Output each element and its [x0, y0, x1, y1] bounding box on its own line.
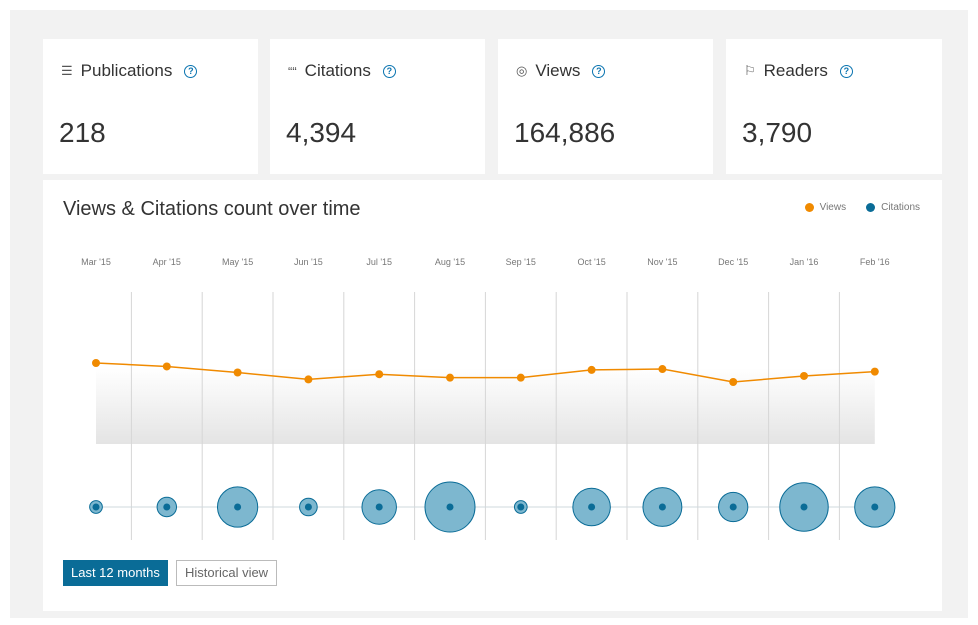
citations-point	[800, 503, 808, 511]
eye-icon: ◎	[516, 63, 528, 78]
month-tick-label: Oct '15	[577, 257, 605, 267]
views-header: ◎ Views ?	[516, 61, 606, 81]
views-point	[233, 368, 242, 377]
citations-point	[92, 503, 100, 511]
citations-point	[729, 503, 737, 511]
legend-item-citations: Citations	[866, 202, 920, 213]
month-tick-label: Nov '15	[647, 257, 677, 267]
readers-value: 3,790	[742, 117, 813, 148]
citations-point	[375, 503, 383, 511]
month-tick-label: Jan '16	[790, 257, 819, 267]
publications-label: Publications	[80, 61, 173, 80]
quote-icon: ““	[288, 63, 297, 79]
chart-title: Views & Citations count over time	[63, 198, 361, 220]
citations-header: ““ Citations ?	[288, 61, 396, 81]
reader-icon: ⚐	[744, 63, 756, 78]
citations-point	[658, 503, 666, 511]
readers-header: ⚐ Readers ?	[744, 61, 853, 81]
month-tick-label: Jun '15	[294, 257, 323, 267]
dashboard-panel: ☰ Publications ? 218 ““ Citations ? 4,39…	[10, 10, 968, 618]
views-point	[658, 365, 667, 374]
views-point	[375, 370, 384, 379]
views-value: 164,886	[514, 117, 616, 148]
views-point	[92, 359, 100, 367]
views-point	[304, 375, 313, 384]
last-12-months-button[interactable]: Last 12 months	[63, 560, 168, 586]
citations-point	[588, 503, 596, 511]
citations-value: 4,394	[286, 117, 357, 148]
month-tick-label: Dec '15	[718, 257, 748, 267]
chart-legend: Views Citations	[804, 202, 920, 213]
help-icon[interactable]: ?	[184, 64, 198, 78]
help-icon[interactable]: ?	[839, 64, 853, 78]
month-tick-label: Feb '16	[860, 257, 890, 267]
month-tick-label: May '15	[222, 257, 253, 267]
citations-point	[304, 503, 312, 511]
month-tick-label: Aug '15	[435, 257, 465, 267]
views-point	[162, 362, 171, 371]
citations-point	[163, 503, 171, 511]
citations-point	[871, 503, 879, 511]
document-icon: ☰	[61, 63, 73, 78]
historical-view-button[interactable]: Historical view	[176, 560, 278, 586]
citations-point	[517, 503, 525, 511]
publications-value: 218	[59, 117, 106, 148]
views-point	[587, 365, 596, 374]
citations-label: Citations	[304, 61, 371, 80]
readers-label: Readers	[763, 61, 828, 80]
citations-point	[234, 503, 242, 511]
legend-citations-label: Citations	[881, 202, 920, 213]
publications-header: ☰ Publications ?	[61, 61, 198, 81]
legend-views-label: Views	[819, 202, 847, 213]
help-icon[interactable]: ?	[592, 64, 606, 78]
readers-card: ⚐ Readers ? 3,790	[726, 39, 942, 174]
month-tick-label: Apr '15	[153, 257, 181, 267]
views-point	[800, 371, 808, 380]
citations-card: ““ Citations ? 4,394	[270, 39, 485, 174]
legend-item-views: Views	[804, 202, 847, 213]
legend-citations-dot	[866, 203, 876, 212]
month-tick-label: Sep '15	[506, 257, 536, 267]
views-citations-chart-card: Mar '15 Apr '15 May '15 Jun '15 Jul '15 Aug '…	[43, 180, 942, 611]
citations-point	[446, 503, 454, 511]
chart-svg: Mar '15 Apr '15 May '15 Jun '15 Jul '15 Aug '…	[81, 257, 896, 540]
views-label: Views	[535, 61, 581, 80]
month-tick-label: Mar '15	[81, 257, 111, 267]
views-point	[446, 373, 454, 382]
month-tick-label: Jul '15	[366, 257, 392, 267]
legend-views-dot	[804, 203, 814, 212]
views-point	[516, 373, 525, 382]
views-point	[729, 378, 738, 386]
help-icon[interactable]: ?	[382, 64, 396, 78]
views-point	[870, 367, 879, 376]
views-card: ◎ Views ? 164,886	[498, 39, 713, 174]
publications-card: ☰ Publications ? 218	[43, 39, 258, 174]
